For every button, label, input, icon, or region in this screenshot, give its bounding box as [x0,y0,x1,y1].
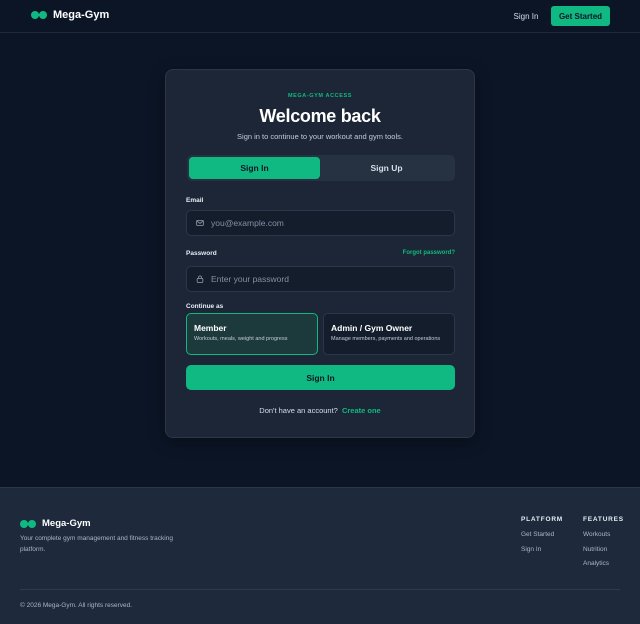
page-title: Welcome back [259,106,381,126]
footer-column-platform: PLATFORM Get Started Sign In [521,516,563,560]
continue-as-label: Continue as [186,303,224,310]
password-input[interactable] [211,274,441,284]
top-nav: Mega-Gym Sign In Get Started [0,0,640,33]
password-field[interactable] [186,266,455,292]
card-eyebrow: MEGA-GYM ACCESS [287,93,353,99]
footer-divider [20,589,620,590]
nav-sign-in-link[interactable]: Sign In [508,8,544,24]
auth-card: MEGA-GYM ACCESS Welcome back Sign in to … [165,69,475,438]
footer-link-get-started[interactable]: Get Started [521,531,563,538]
create-account-prompt: Don't have an account? Create one [166,406,474,415]
role-option-member[interactable]: Member Workouts, meals, weight and progr… [186,313,318,355]
brand-name: Mega-Gym [53,9,110,21]
footer-link-analytics[interactable]: Analytics [583,560,624,567]
tab-sign-up[interactable]: Sign Up [321,157,452,179]
sign-in-submit-button[interactable]: Sign In [186,365,455,390]
role-description: Manage members, payments and operations [331,336,441,342]
page-subtitle: Sign in to continue to your workout and … [237,132,403,141]
role-option-admin[interactable]: Admin / Gym Owner Manage members, paymen… [323,313,455,355]
email-label: Email [186,197,204,204]
footer-heading: FEATURES [583,516,624,523]
lock-icon [196,275,204,283]
footer-link-workouts[interactable]: Workouts [583,531,624,538]
role-title: Admin / Gym Owner [331,323,413,333]
footer-heading: PLATFORM [521,516,564,523]
dumbbell-icon [20,519,36,528]
forgot-password-link[interactable]: Forgot password? [388,250,455,256]
password-label: Password [186,250,217,257]
email-input[interactable] [211,218,441,228]
email-field[interactable] [186,210,455,236]
footer-brand[interactable]: Mega-Gym [20,518,91,529]
footer-link-sign-in[interactable]: Sign In [521,546,563,553]
footer-brand-name: Mega-Gym [42,518,91,529]
footer-column-features: FEATURES Workouts Nutrition Analytics [583,516,624,575]
role-title: Member [194,323,227,333]
site-footer: Mega-Gym Your complete gym management an… [0,487,640,624]
create-account-text: Don't have an account? [259,406,338,415]
brand-logo-link[interactable]: Mega-Gym [31,9,109,21]
get-started-button[interactable]: Get Started [551,6,610,26]
create-account-link[interactable]: Create one [342,406,381,415]
tab-sign-in[interactable]: Sign In [189,157,320,179]
footer-description: Your complete gym management and fitness… [20,535,173,553]
role-description: Workouts, meals, weight and progress [194,336,288,342]
auth-tabs: Sign In Sign Up [187,155,455,181]
copyright-text: © 2026 Mega-Gym. All rights reserved. [20,602,133,609]
mail-icon [196,220,204,226]
dumbbell-icon [31,11,47,19]
footer-link-nutrition[interactable]: Nutrition [583,546,624,553]
